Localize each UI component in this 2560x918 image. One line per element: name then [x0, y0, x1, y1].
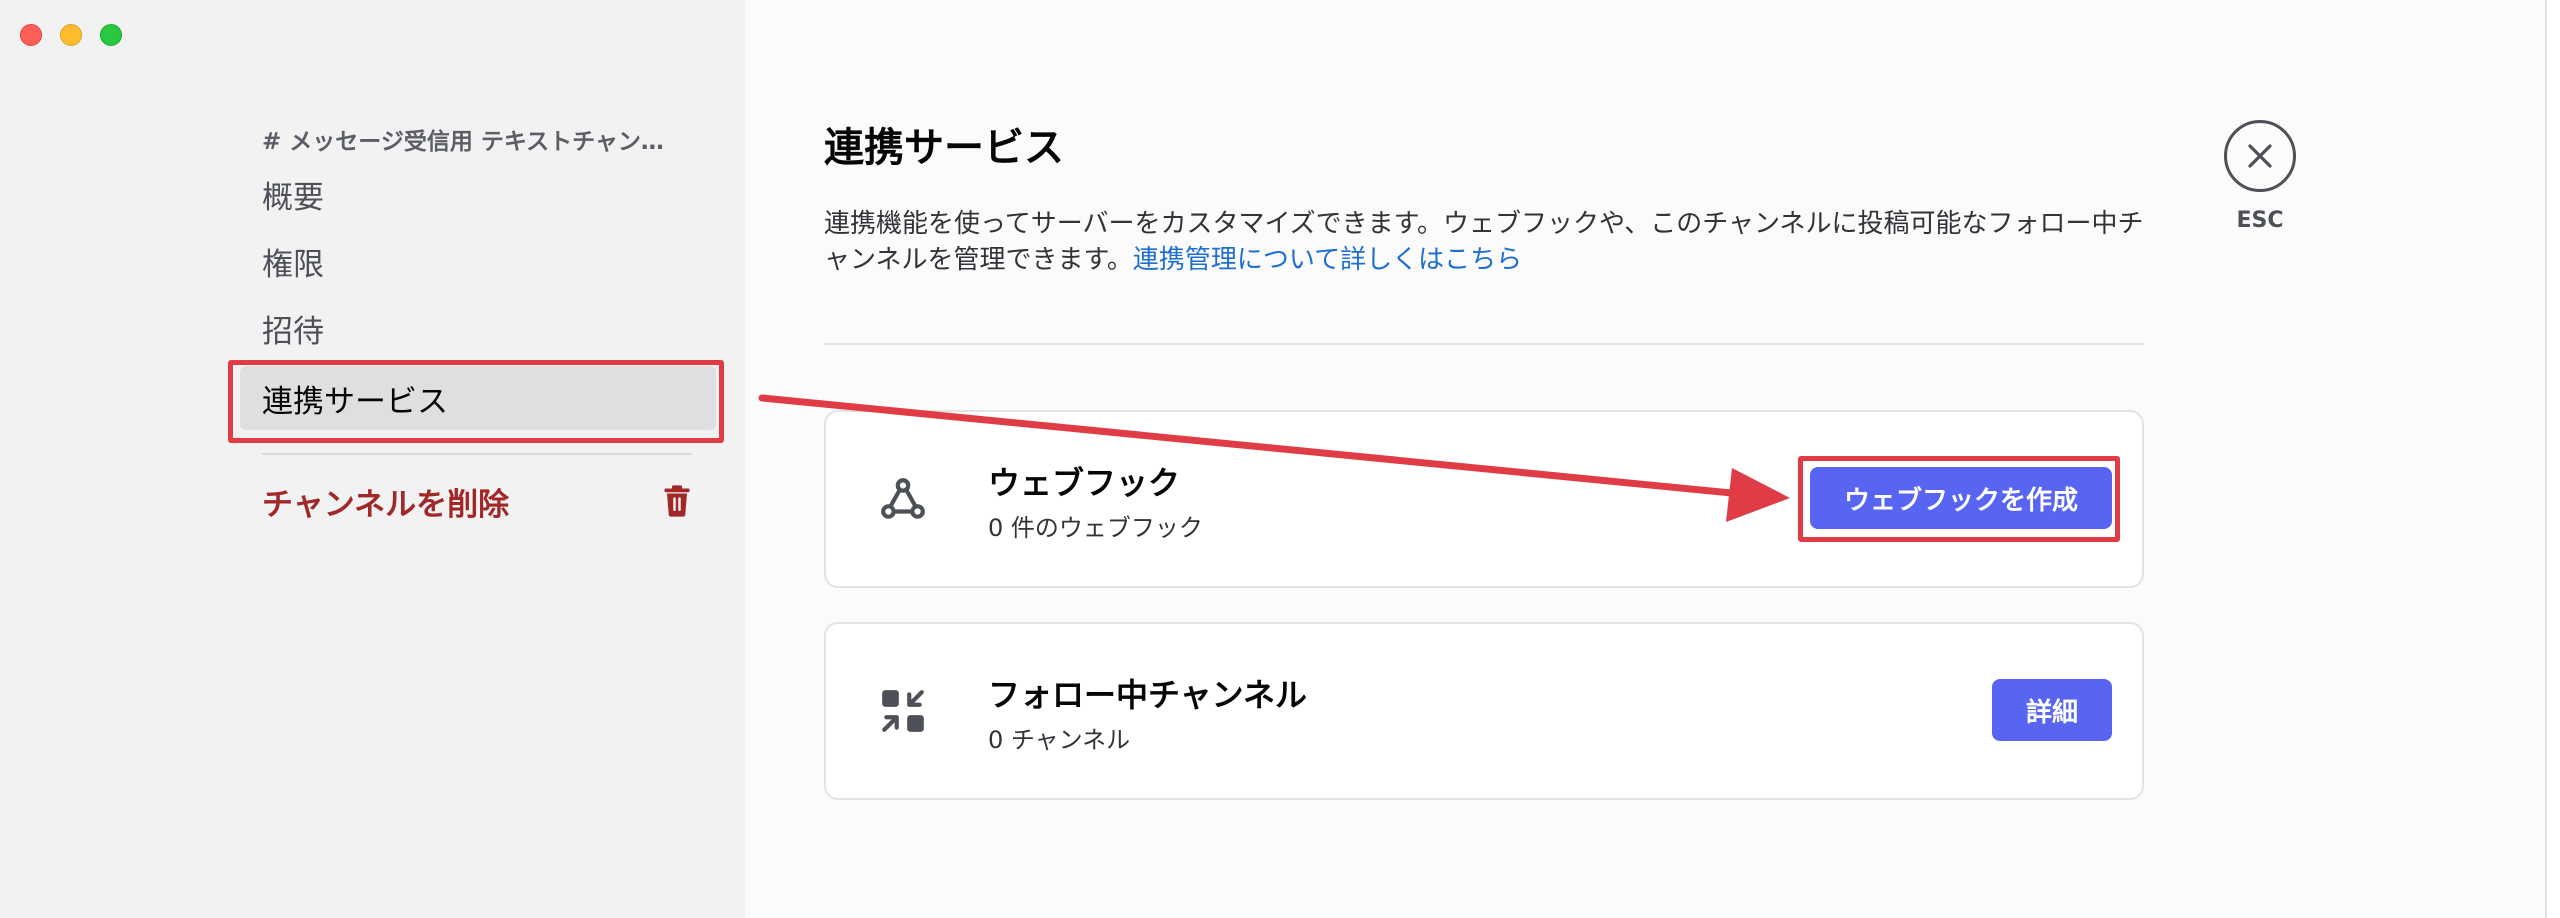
webhook-card-subtitle: 0 件のウェブフック [988, 514, 1203, 542]
annotation-box-button [1798, 456, 2120, 542]
webhook-icon [881, 478, 925, 519]
esc-label: ESC [2236, 208, 2284, 233]
learn-more-link[interactable]: 連携管理について詳しくはこちら [1133, 245, 1522, 275]
close-settings-button[interactable] [2224, 120, 2296, 192]
trash-icon [664, 485, 690, 517]
sidebar-item-invites[interactable]: 招待 [240, 296, 716, 360]
details-button[interactable]: 詳細 [1992, 679, 2112, 741]
sidebar-channel-header: # メッセージ受信用 テキストチャン… [262, 129, 664, 155]
section-divider [824, 343, 2144, 345]
settings-window: # メッセージ受信用 テキストチャン… 概要 権限 招待 連携サービス チャンネ… [0, 0, 2545, 918]
minimize-window-button[interactable] [60, 24, 82, 46]
following-channels-title: フォロー中チャンネル [988, 676, 1308, 714]
following-channels-subtitle: 0 チャンネル [988, 726, 1131, 754]
close-window-button[interactable] [20, 24, 42, 46]
delete-channel-label: チャンネルを削除 [262, 486, 510, 523]
sidebar-item-overview[interactable]: 概要 [240, 162, 716, 226]
sidebar-item-permissions[interactable]: 権限 [240, 229, 716, 293]
webhook-card-title: ウェブフック [988, 464, 1181, 502]
page-description: 連携機能を使ってサーバーをカスタマイズできます。ウェブフックや、このチャンネルに… [824, 206, 2144, 278]
following-channels-card: フォロー中チャンネル 0 チャンネル 詳細 [824, 622, 2144, 800]
delete-channel-button[interactable]: チャンネルを削除 [262, 476, 692, 526]
follow-channel-icon [882, 690, 924, 732]
annotation-box-sidebar [228, 360, 724, 443]
sidebar-divider [262, 453, 692, 455]
page-title: 連携サービス [824, 125, 1064, 171]
window-edge [2545, 0, 2560, 918]
zoom-window-button[interactable] [100, 24, 122, 46]
close-icon [2248, 144, 2272, 168]
sidebar: # メッセージ受信用 テキストチャン… 概要 権限 招待 連携サービス チャンネ… [0, 0, 745, 918]
